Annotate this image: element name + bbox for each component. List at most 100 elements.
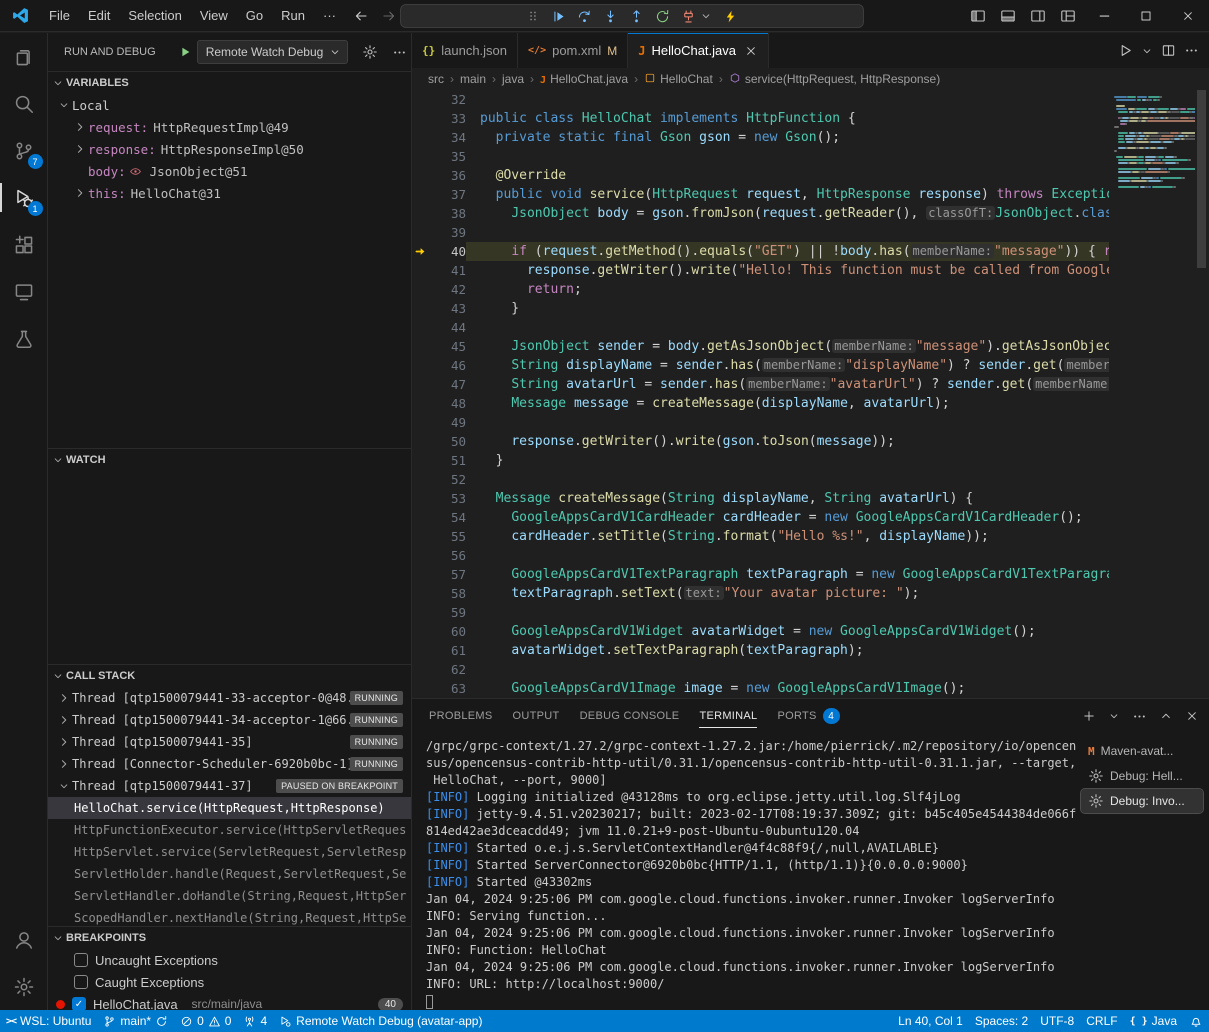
minimap[interactable]: [1109, 90, 1195, 698]
code-editor[interactable]: 32 33 public class HelloChat implements …: [412, 90, 1209, 698]
code-line-58[interactable]: 58 textParagraph.setText(text:"Your avat…: [412, 584, 1109, 603]
terminal-list-item[interactable]: Debug: Invo...: [1081, 789, 1203, 813]
breadcrumb-item[interactable]: service(HttpRequest, HttpResponse): [729, 72, 940, 87]
menu-item-more[interactable]: ···: [314, 4, 345, 28]
window-minimize-button[interactable]: [1083, 0, 1125, 32]
window-maximize-button[interactable]: [1125, 0, 1167, 32]
eol-status[interactable]: CRLF: [1080, 1010, 1123, 1032]
cursor-position[interactable]: Ln 40, Col 1: [892, 1010, 969, 1032]
panel-tab-ports[interactable]: PORTS4: [777, 699, 839, 733]
debug-restart-icon[interactable]: [655, 9, 670, 24]
git-branch-status[interactable]: main*: [97, 1010, 174, 1032]
editor-scrollbar[interactable]: [1195, 90, 1209, 698]
debug-settings-gear-icon[interactable]: [362, 44, 378, 60]
debug-stop-dropdown-icon[interactable]: [700, 10, 712, 22]
launch-config-dropdown[interactable]: Remote Watch Debug: [197, 40, 349, 64]
code-line-49[interactable]: 49: [412, 413, 1109, 432]
menu-item-File[interactable]: File: [40, 4, 79, 28]
breadcrumb-item[interactable]: java: [502, 72, 524, 86]
terminal-list-item[interactable]: Debug: Hell...: [1081, 764, 1203, 788]
run-java-icon[interactable]: [1118, 43, 1133, 58]
debug-current-line-arrow-icon[interactable]: [412, 242, 432, 261]
editor-tab-HelloChat-java[interactable]: J HelloChat.java: [628, 33, 769, 68]
activity-item-extensions[interactable]: [0, 221, 48, 268]
call-stack-section-header[interactable]: CALL STACK: [48, 665, 411, 687]
breakpoint-row-source[interactable]: ✓ HelloChat.javasrc/main/java 40: [48, 993, 411, 1010]
scrollbar-thumb[interactable]: [1197, 90, 1206, 268]
command-center[interactable]: [400, 4, 864, 28]
stack-frame[interactable]: ServletHolder.handle(Request,ServletRequ…: [48, 863, 411, 885]
variable-row[interactable]: this: HelloChat@31: [48, 182, 411, 204]
panel-tab-debug-console[interactable]: DEBUG CONSOLE: [580, 699, 680, 733]
call-stack-thread[interactable]: Thread [qtp1500079441-37] PAUSED ON BREA…: [48, 775, 411, 797]
new-terminal-icon[interactable]: [1082, 709, 1096, 723]
sidebar-more-actions-icon[interactable]: [392, 45, 407, 60]
editor-tab-launch-json[interactable]: {} launch.json: [412, 33, 518, 68]
code-line-35[interactable]: 35: [412, 147, 1109, 166]
lazy-eval-eye-icon[interactable]: [129, 165, 142, 178]
activity-item-remote-explorer[interactable]: [0, 268, 48, 315]
menu-item-Selection[interactable]: Selection: [119, 4, 190, 28]
debug-step-out-icon[interactable]: [629, 9, 644, 24]
window-close-button[interactable]: [1167, 0, 1209, 32]
panel-more-actions-icon[interactable]: [1132, 709, 1147, 724]
indentation-status[interactable]: Spaces: 2: [969, 1010, 1034, 1032]
breakpoint-row-caught-exceptions[interactable]: Caught Exceptions: [48, 971, 411, 993]
notifications-bell[interactable]: [1183, 1010, 1209, 1032]
panel-tab-output[interactable]: OUTPUT: [513, 699, 560, 733]
breadcrumbs[interactable]: src› main› java› JHelloChat.java› HelloC…: [412, 68, 1209, 90]
breadcrumb-item[interactable]: src: [428, 72, 444, 86]
terminal-output[interactable]: /grpc/grpc-context/1.27.2/grpc-context-1…: [412, 733, 1081, 1010]
breakpoint-row-uncaught-exceptions[interactable]: Uncaught Exceptions: [48, 949, 411, 971]
code-line-38[interactable]: 38 JsonObject body = gson.fromJson(reque…: [412, 204, 1109, 223]
terminal-cursor-line[interactable]: [426, 993, 1081, 1010]
toggle-panel-icon[interactable]: [993, 0, 1023, 32]
breakpoints-section-header[interactable]: BREAKPOINTS: [48, 927, 411, 949]
debug-step-into-icon[interactable]: [603, 9, 618, 24]
stack-frame[interactable]: ServletHandler.doHandle(String,Request,H…: [48, 885, 411, 907]
close-panel-icon[interactable]: [1185, 709, 1199, 723]
toggle-secondary-sidebar-icon[interactable]: [1023, 0, 1053, 32]
code-line-63[interactable]: 63 GoogleAppsCardV1Image image = new Goo…: [412, 679, 1109, 698]
code-line-52[interactable]: 52: [412, 470, 1109, 489]
customize-layout-icon[interactable]: [1053, 0, 1083, 32]
code-line-36[interactable]: 36 @Override: [412, 166, 1109, 185]
panel-tab-terminal[interactable]: TERMINAL: [699, 699, 757, 733]
activity-item-run-and-debug[interactable]: 1: [0, 174, 48, 221]
breakpoint-checkbox[interactable]: [74, 953, 88, 967]
debug-continue-icon[interactable]: [551, 9, 566, 24]
call-stack-thread[interactable]: Thread [qtp1500079441-34-acceptor-1@66..…: [48, 709, 411, 731]
call-stack-thread[interactable]: Thread [qtp1500079441-33-acceptor-0@48..…: [48, 687, 411, 709]
breakpoint-checkbox[interactable]: [74, 975, 88, 989]
code-line-34[interactable]: 34 private static final Gson gson = new …: [412, 128, 1109, 147]
remote-indicator[interactable]: >< WSL: Ubuntu: [0, 1010, 97, 1032]
code-line-56[interactable]: 56: [412, 546, 1109, 565]
code-line-40[interactable]: 40 if (request.getMethod().equals("GET")…: [412, 242, 1109, 261]
code-line-55[interactable]: 55 cardHeader.setTitle(String.format("He…: [412, 527, 1109, 546]
stack-frame[interactable]: ScopedHandler.nextHandle(String,Request,…: [48, 907, 411, 926]
activity-item-search[interactable]: [0, 80, 48, 127]
back-arrow-icon[interactable]: [353, 8, 369, 24]
split-editor-icon[interactable]: [1161, 43, 1176, 58]
code-line-59[interactable]: 59: [412, 603, 1109, 622]
code-line-48[interactable]: 48 Message message = createMessage(displ…: [412, 394, 1109, 413]
code-line-51[interactable]: 51 }: [412, 451, 1109, 470]
code-line-46[interactable]: 46 String displayName = sender.has(membe…: [412, 356, 1109, 375]
variable-row[interactable]: body: JsonObject@51: [48, 160, 411, 182]
menu-item-Go[interactable]: Go: [237, 4, 272, 28]
stack-frame[interactable]: HttpFunctionExecutor.service(HttpServlet…: [48, 819, 411, 841]
activity-item-accounts[interactable]: [0, 916, 48, 963]
debug-disconnect-icon[interactable]: [681, 9, 696, 24]
code-line-43[interactable]: 43 }: [412, 299, 1109, 318]
code-line-32[interactable]: 32: [412, 90, 1109, 109]
menu-item-Edit[interactable]: Edit: [79, 4, 119, 28]
debug-session-status[interactable]: Remote Watch Debug (avatar-app): [273, 1010, 488, 1032]
code-line-39[interactable]: 39: [412, 223, 1109, 242]
breadcrumb-item[interactable]: main: [460, 72, 486, 86]
terminal-profile-dropdown-icon[interactable]: [1108, 710, 1120, 722]
encoding-status[interactable]: UTF-8: [1034, 1010, 1080, 1032]
activity-item-settings[interactable]: [0, 963, 48, 1010]
breadcrumb-item[interactable]: HelloChat: [644, 72, 713, 87]
close-tab-icon[interactable]: [744, 44, 758, 58]
terminal-list-item[interactable]: M Maven-avat...: [1081, 739, 1203, 763]
